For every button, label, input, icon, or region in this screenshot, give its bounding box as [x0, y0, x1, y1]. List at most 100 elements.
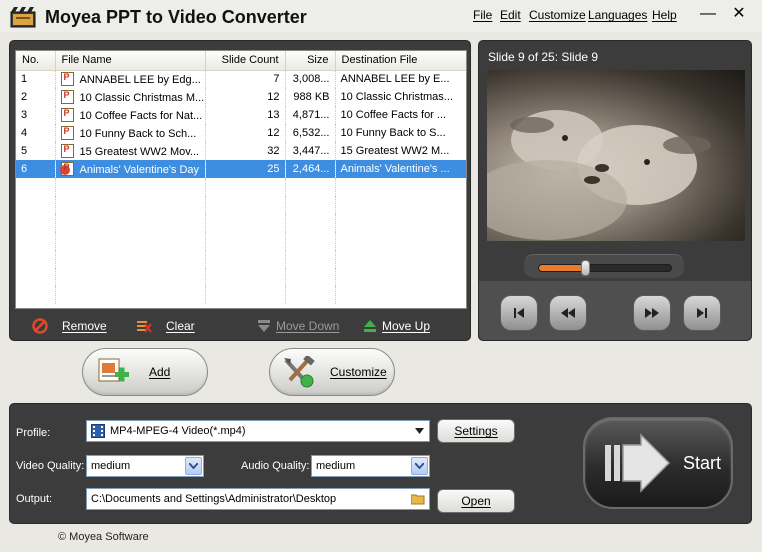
cell-size: 4,871...	[285, 106, 336, 124]
slide-caption: Slide 9 of 25: Slide 9	[488, 50, 599, 64]
fast-forward-icon	[645, 308, 659, 318]
cell-file-name-text: 10 Funny Back to Sch...	[79, 128, 197, 140]
next-slide-button[interactable]	[633, 295, 671, 331]
cell-destination-file-text: 10 Coffee Facts for ...	[340, 109, 447, 121]
column-header-slide-count[interactable]: Slide Count	[205, 51, 286, 71]
video-format-icon	[91, 424, 105, 438]
column-header-no[interactable]: No.	[16, 51, 56, 71]
add-file-icon	[98, 358, 129, 382]
menu-languages[interactable]: Languages	[588, 8, 647, 22]
first-slide-button[interactable]	[500, 295, 538, 331]
cell-slide-count-text: 32	[267, 145, 280, 157]
folder-icon[interactable]	[411, 493, 425, 505]
tools-icon	[284, 356, 315, 388]
file-table: No. File Name Slide Count Size Destinati…	[16, 51, 466, 304]
ppt-file-icon	[60, 108, 74, 122]
previous-slide-button[interactable]	[549, 295, 587, 331]
audio-quality-dropdown-arrow[interactable]	[411, 457, 428, 475]
seek-thumb[interactable]	[581, 260, 591, 276]
cell-no: 3	[16, 106, 56, 124]
video-quality-dropdown-arrow[interactable]	[185, 457, 202, 475]
seekbar-container	[524, 254, 684, 278]
output-path-field[interactable]: C:\Documents and Settings\Administrator\…	[86, 488, 430, 510]
start-button[interactable]: Start	[583, 417, 733, 509]
menu-customize[interactable]: Customize	[529, 8, 586, 22]
profile-select[interactable]: MP4-MPEG-4 Video(*.mp4)	[86, 420, 430, 442]
last-slide-button[interactable]	[683, 295, 721, 331]
cell-file-name-text: 10 Classic Christmas M...	[79, 92, 205, 104]
skip-forward-icon	[697, 308, 707, 318]
menu-edit[interactable]: Edit	[500, 8, 521, 22]
chevron-down-icon	[415, 428, 424, 434]
settings-button[interactable]: Settings	[437, 419, 515, 443]
arrow-up-icon	[364, 320, 376, 332]
rewind-icon	[561, 308, 575, 318]
table-row[interactable]: 5 15 Greatest WW2 Mov... 32 3,447... 15 Grea…	[16, 142, 466, 160]
cell-size-text: 6,532...	[292, 127, 330, 139]
ppt-file-icon	[60, 90, 74, 104]
chevron-down-icon	[415, 463, 424, 469]
copyright-text: © Moyea Software	[58, 531, 149, 543]
menu-file[interactable]: File	[473, 8, 492, 22]
customize-button[interactable]: Customize	[269, 348, 395, 396]
profile-dropdown-arrow[interactable]	[411, 422, 428, 440]
file-list-panel: No. File Name Slide Count Size Destinati…	[9, 40, 471, 341]
column-header-destination-file[interactable]: Destination File	[335, 51, 466, 71]
cell-slide-count: 7	[205, 70, 286, 88]
table-row[interactable]: 3 10 Coffee Facts for Nat... 13 4,871... 10 …	[16, 106, 466, 124]
cell-no: 4	[16, 124, 56, 142]
cell-file-name: 10 Classic Christmas M...	[55, 88, 206, 106]
file-list: No. File Name Slide Count Size Destinati…	[15, 50, 467, 309]
cell-size-text: 2,464...	[292, 163, 330, 175]
cell-slide-count: 12	[205, 88, 286, 106]
cell-size: 988 KB	[285, 88, 336, 106]
video-quality-select[interactable]: medium	[86, 455, 204, 477]
cell-slide-count: 25	[205, 160, 286, 178]
skip-back-icon	[514, 308, 524, 318]
cell-destination-file-text: 10 Classic Christmas...	[340, 91, 453, 103]
add-button[interactable]: Add	[82, 348, 208, 396]
add-label: Add	[149, 365, 171, 379]
cell-file-name-text: ANNABEL LEE by Edg...	[79, 74, 201, 87]
cell-destination-file: 15 Greatest WW2 M...	[335, 142, 466, 160]
table-row[interactable]: 6 Animals' Valentine's Day 25 2,464... Anima…	[16, 160, 466, 178]
seek-track[interactable]	[538, 260, 672, 276]
clear-label: Clear	[166, 319, 195, 333]
cell-destination-file-text: Animals' Valentine's ...	[340, 163, 450, 175]
cell-no-text: 3	[21, 109, 28, 121]
list-toolbar: Remove Clear Move Down Move Up	[10, 313, 472, 339]
move-down-label: Move Down	[276, 319, 340, 333]
menu-help[interactable]: Help	[652, 8, 677, 22]
clear-button[interactable]: Clear	[136, 317, 195, 335]
start-label: Start	[683, 453, 722, 473]
empty-row	[16, 250, 466, 268]
move-down-button[interactable]: Move Down	[256, 317, 339, 335]
table-row[interactable]: 4 10 Funny Back to Sch... 12 6,532... 10 Fun…	[16, 124, 466, 142]
remove-button[interactable]: Remove	[32, 317, 107, 335]
cell-size: 6,532...	[285, 124, 336, 142]
minimize-button[interactable]: —	[698, 4, 718, 24]
output-settings-panel: Profile: MP4-MPEG-4 Video(*.mp4) Setting…	[9, 403, 752, 524]
audio-quality-value: medium	[316, 460, 356, 472]
lambs-photo	[487, 110, 711, 240]
ppt-file-icon	[59, 162, 74, 176]
table-row[interactable]: 2 10 Classic Christmas M... 12 988 KB 10 Cla…	[16, 88, 466, 106]
title-bar: Moyea PPT to Video Converter File Edit C…	[0, 0, 762, 32]
cell-size: 3,447...	[285, 142, 336, 160]
cell-destination-file: Animals' Valentine's ...	[335, 160, 466, 178]
cell-slide-count-text: 7	[273, 73, 280, 86]
move-up-button[interactable]: Move Up	[362, 317, 430, 335]
cell-no: 5	[16, 142, 56, 160]
empty-row	[16, 286, 466, 304]
column-header-size[interactable]: Size	[285, 51, 336, 71]
cell-destination-file: 10 Funny Back to S...	[335, 124, 466, 142]
profile-value: MP4-MPEG-4 Video(*.mp4)	[110, 425, 246, 437]
remove-icon	[32, 318, 48, 334]
cell-slide-count-text: 12	[267, 127, 280, 139]
table-row[interactable]: 1 ANNABEL LEE by Edg... 7 3,008... ANNABEL L…	[16, 70, 466, 88]
audio-quality-select[interactable]: medium	[311, 455, 430, 477]
open-button[interactable]: Open	[437, 489, 515, 513]
close-button[interactable]: ✕	[729, 4, 749, 24]
cell-no: 6	[16, 160, 56, 178]
column-header-file-name[interactable]: File Name	[55, 51, 206, 71]
